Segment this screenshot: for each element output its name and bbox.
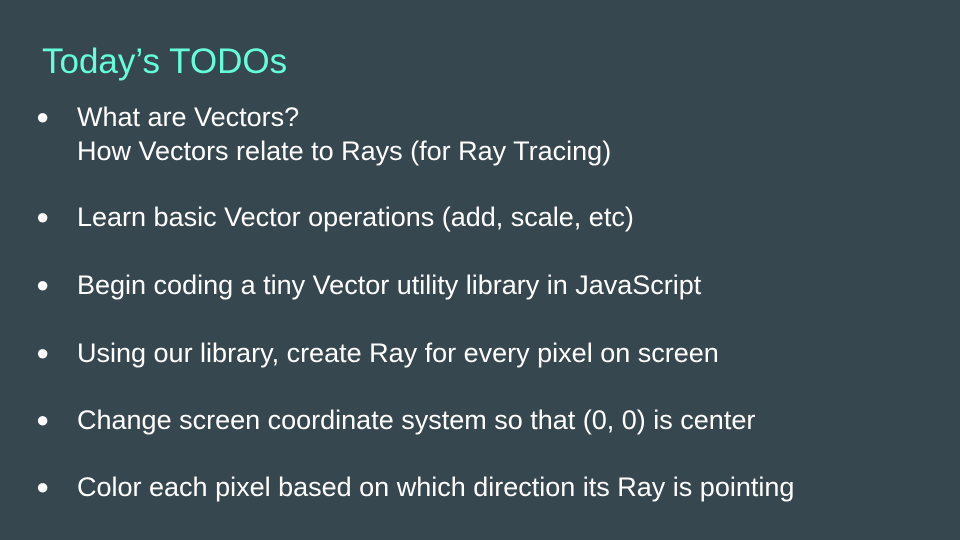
bullet-icon: ● bbox=[36, 104, 50, 129]
bullet-icon: ● bbox=[36, 340, 50, 365]
todo-item-text: Color each pixel based on which directio… bbox=[77, 470, 937, 504]
slide: Today’s TODOs ● What are Vectors? How Ve… bbox=[0, 0, 960, 540]
todo-item-line: Using our library, create Ray for every … bbox=[77, 338, 719, 368]
todo-item-line: How Vectors relate to Rays (for Ray Trac… bbox=[77, 136, 612, 166]
todo-item-text: Learn basic Vector operations (add, scal… bbox=[77, 200, 937, 234]
todo-item-text: Begin coding a tiny Vector utility libra… bbox=[77, 268, 937, 302]
todo-item-line: Color each pixel based on which directio… bbox=[77, 472, 795, 502]
todo-list: ● What are Vectors? How Vectors relate t… bbox=[0, 0, 960, 540]
todo-item-line: What are Vectors? bbox=[77, 102, 300, 132]
bullet-icon: ● bbox=[36, 407, 50, 432]
bullet-icon: ● bbox=[36, 204, 50, 229]
todo-item-text: What are Vectors? How Vectors relate to … bbox=[77, 100, 937, 168]
bullet-icon: ● bbox=[36, 272, 50, 297]
todo-item-line: Change screen coordinate system so that … bbox=[77, 405, 756, 435]
todo-item-line: Learn basic Vector operations (add, scal… bbox=[77, 202, 634, 232]
todo-item-text: Change screen coordinate system so that … bbox=[77, 403, 937, 437]
bullet-icon: ● bbox=[36, 474, 50, 499]
todo-item-line: Begin coding a tiny Vector utility libra… bbox=[77, 270, 702, 300]
todo-item-text: Using our library, create Ray for every … bbox=[77, 336, 937, 370]
